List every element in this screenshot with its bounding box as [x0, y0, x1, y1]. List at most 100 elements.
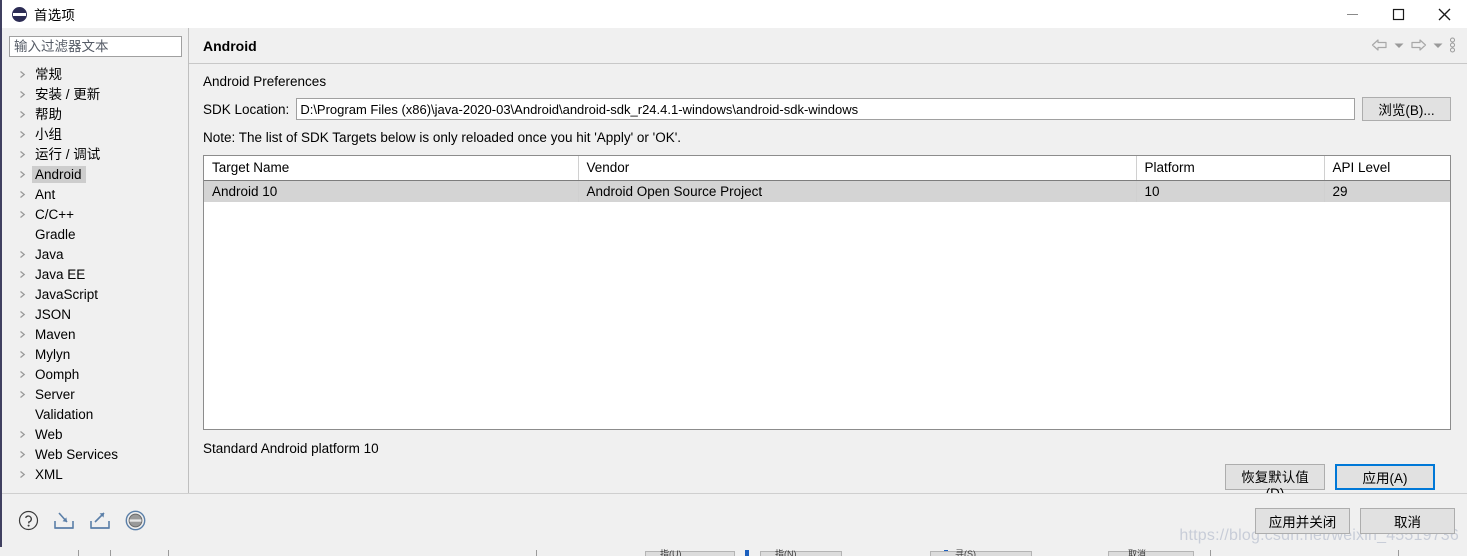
apply-button[interactable]: 应用(A) [1335, 464, 1435, 490]
preferences-sidebar: 常规 安装 / 更新 帮助 [2, 28, 189, 493]
chevron-right-icon[interactable] [18, 130, 32, 139]
tree-item-web-services[interactable]: Web Services [2, 444, 188, 464]
tree-item-label: Mylyn [35, 346, 71, 362]
tree-item-oomph[interactable]: Oomph [2, 364, 188, 384]
android-preferences-content: Android Preferences SDK Location: 浏览(B).… [189, 64, 1467, 501]
chevron-right-icon[interactable] [18, 350, 32, 359]
tree-item-label: XML [35, 466, 63, 482]
chevron-right-icon[interactable] [18, 310, 32, 319]
tree-item-label: 帮助 [35, 106, 62, 122]
chevron-right-icon[interactable] [18, 450, 32, 459]
title-bar: 首选项 [2, 0, 1467, 28]
tree-item-label: 运行 / 调试 [35, 146, 101, 162]
restore-defaults-button[interactable]: 恢复默认值(D) [1225, 464, 1325, 501]
tree-item-json[interactable]: JSON [2, 304, 188, 324]
browse-button[interactable]: 浏览(B)... [1362, 97, 1451, 121]
chevron-right-icon[interactable] [18, 390, 32, 399]
chevron-right-icon[interactable] [18, 150, 32, 159]
tree-item-help[interactable]: 帮助 [2, 104, 188, 124]
back-dropdown-chevron-down-icon[interactable] [1392, 34, 1406, 56]
back-arrow-icon[interactable] [1369, 34, 1390, 56]
bg-divider [1398, 550, 1399, 556]
tree-item-gradle[interactable]: Gradle [2, 224, 188, 244]
vertical-dots-icon[interactable] [1447, 34, 1458, 56]
tree-item-java-ee[interactable]: Java EE [2, 264, 188, 284]
tree-item-validation[interactable]: Validation [2, 404, 188, 424]
chevron-right-icon[interactable] [18, 170, 32, 179]
tree-item-android[interactable]: Android [2, 164, 188, 184]
forward-dropdown-chevron-down-icon[interactable] [1431, 34, 1445, 56]
tree-item-xml[interactable]: XML [2, 464, 188, 484]
tree-item-label: Validation [35, 406, 94, 422]
sdk-location-row: SDK Location: 浏览(B)... [203, 97, 1451, 121]
table-row[interactable]: Android 10 Android Open Source Project 1… [204, 180, 1450, 202]
cell-vendor: Android Open Source Project [578, 180, 1137, 202]
column-header-vendor[interactable]: Vendor [578, 156, 1137, 181]
tree-item-server[interactable]: Server [2, 384, 188, 404]
apply-and-close-button[interactable]: 应用并关闭 [1255, 507, 1350, 534]
page-nav-toolbar [1369, 28, 1458, 62]
tree-item-maven[interactable]: Maven [2, 324, 188, 344]
window-title: 首选项 [34, 8, 76, 23]
tree-item-general[interactable]: 常规 [2, 64, 188, 84]
column-header-target-name[interactable]: Target Name [204, 156, 579, 181]
tree-item-mylyn[interactable]: Mylyn [2, 344, 188, 364]
forward-arrow-icon[interactable] [1408, 34, 1429, 56]
chevron-right-icon[interactable] [18, 430, 32, 439]
tree-item-label: Android [32, 165, 86, 183]
chevron-right-icon[interactable] [18, 470, 32, 479]
tree-item-install-update[interactable]: 安装 / 更新 [2, 84, 188, 104]
chevron-right-icon[interactable] [18, 70, 32, 79]
tree-item-label: Maven [35, 326, 76, 342]
chevron-right-icon[interactable] [18, 110, 32, 119]
chevron-right-icon[interactable] [18, 190, 32, 199]
tree-item-web[interactable]: Web [2, 424, 188, 444]
close-button[interactable] [1421, 0, 1467, 28]
column-header-platform[interactable]: Platform [1136, 156, 1325, 181]
chevron-right-icon[interactable] [18, 330, 32, 339]
import-icon[interactable] [53, 510, 75, 531]
sdk-location-input[interactable] [296, 98, 1355, 120]
tree-item-run-debug[interactable]: 运行 / 调试 [2, 144, 188, 164]
dialog-footer: 应用并关闭 取消 https://blog.csdn.net/weixin_45… [2, 493, 1467, 547]
tree-item-ant[interactable]: Ant [2, 184, 188, 204]
sdk-targets-table: Target Name Vendor Platform API Level An… [204, 156, 1450, 202]
bg-label: 寻(S) [955, 549, 976, 556]
tree-item-label: Web Services [35, 446, 119, 462]
tree-item-label: Web [35, 426, 63, 442]
sdk-note-text: Note: The list of SDK Targets below is o… [203, 130, 682, 145]
tree-item-c-cpp[interactable]: C/C++ [2, 204, 188, 224]
dialog-body: 常规 安装 / 更新 帮助 [2, 28, 1467, 501]
tree-item-javascript[interactable]: JavaScript [2, 284, 188, 304]
bg-button [645, 551, 735, 556]
bg-divider [1210, 550, 1211, 556]
tree-item-java[interactable]: Java [2, 244, 188, 264]
chevron-right-icon[interactable] [18, 210, 32, 219]
maximize-button[interactable] [1375, 0, 1421, 28]
tree-item-label: 安装 / 更新 [35, 86, 101, 102]
cell-api-level: 29 [1324, 180, 1450, 202]
help-icon[interactable] [18, 510, 39, 531]
cell-target-name: Android 10 [204, 180, 579, 202]
bg-label: 指(U) [660, 549, 682, 556]
chevron-right-icon[interactable] [18, 290, 32, 299]
minimize-button[interactable] [1329, 0, 1375, 28]
chevron-right-icon[interactable] [18, 90, 32, 99]
bg-button [930, 551, 1032, 556]
preferences-tree: 常规 安装 / 更新 帮助 小组 运行 / 调试 Android Ant C/C… [2, 61, 188, 493]
chevron-right-icon[interactable] [18, 250, 32, 259]
filter-input[interactable] [9, 36, 182, 57]
android-preferences-label: Android Preferences [203, 74, 327, 89]
chevron-right-icon[interactable] [18, 270, 32, 279]
eclipse-badge-icon[interactable] [125, 510, 146, 531]
tree-item-team[interactable]: 小组 [2, 124, 188, 144]
tree-item-label: Oomph [35, 366, 80, 382]
bg-button [1108, 551, 1194, 556]
cancel-button[interactable]: 取消 [1360, 507, 1455, 534]
tree-item-label: JSON [35, 306, 72, 322]
export-icon[interactable] [89, 510, 111, 531]
sdk-targets-table-container[interactable]: Target Name Vendor Platform API Level An… [203, 155, 1451, 430]
chevron-right-icon[interactable] [18, 370, 32, 379]
column-header-api-level[interactable]: API Level [1324, 156, 1450, 181]
filter-container [2, 28, 188, 61]
